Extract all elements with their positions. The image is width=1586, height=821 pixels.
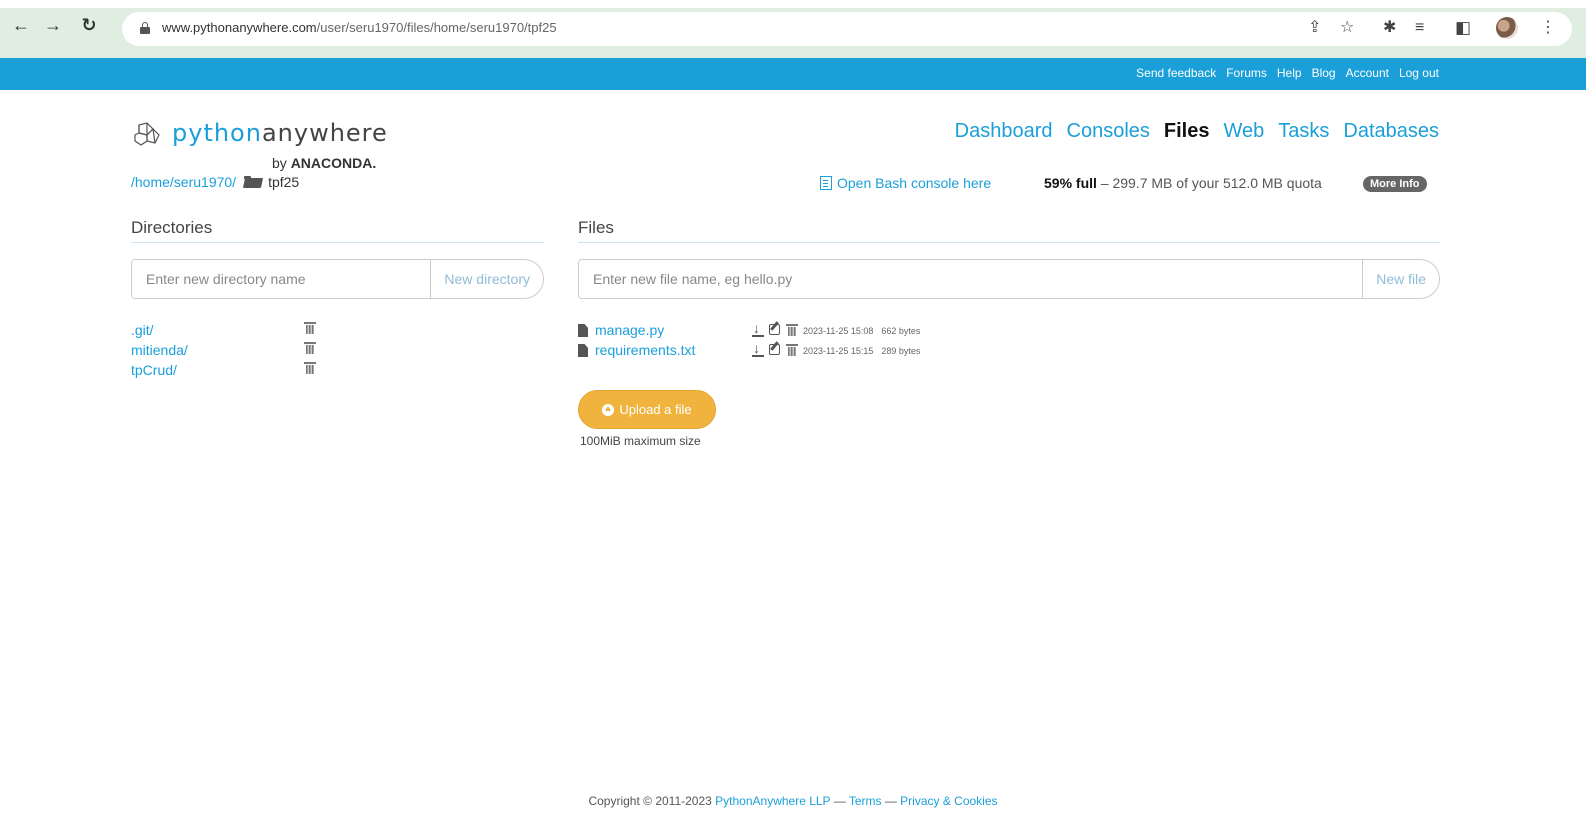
upload-icon <box>602 403 615 416</box>
edit-icon[interactable] <box>769 324 780 335</box>
menu-icon[interactable]: ⋮ <box>1540 18 1556 38</box>
footer-separator: — <box>830 794 849 808</box>
reload-icon[interactable]: ↻ <box>78 14 100 36</box>
logo-wordmark[interactable]: pythonanywhere <box>172 119 388 147</box>
nav-tasks[interactable]: Tasks <box>1278 120 1329 143</box>
upload-size-note: 100MiB maximum size <box>580 434 701 448</box>
help-link[interactable]: Help <box>1277 66 1302 80</box>
upload-file-label: Upload a file <box>619 402 692 417</box>
new-file-button[interactable]: New file <box>1362 260 1439 298</box>
console-icon <box>820 176 832 190</box>
nav-databases[interactable]: Databases <box>1343 120 1439 143</box>
reading-list-icon[interactable]: ≡ <box>1415 18 1424 38</box>
more-info-button[interactable]: More Info <box>1363 176 1427 192</box>
file-size: 289 bytes <box>881 346 921 356</box>
nav-web[interactable]: Web <box>1223 120 1264 143</box>
quota-percent: 59% full <box>1044 175 1097 191</box>
trash-icon[interactable] <box>786 324 798 336</box>
quota-detail: – 299.7 MB of your 512.0 MB quota <box>1096 175 1322 191</box>
nav-files[interactable]: Files <box>1164 120 1210 143</box>
download-icon[interactable] <box>752 320 764 337</box>
send-feedback-link[interactable]: Send feedback <box>1136 66 1216 80</box>
footer-separator: — <box>881 794 901 808</box>
list-item: tpCrud/ <box>131 362 316 382</box>
files-title: Files <box>578 218 614 237</box>
new-file-input[interactable] <box>579 260 1363 298</box>
files-divider <box>578 242 1440 243</box>
nav-dashboard[interactable]: Dashboard <box>955 120 1053 143</box>
new-file-form: New file <box>578 259 1440 299</box>
side-panel-icon[interactable]: ◧ <box>1455 18 1471 38</box>
logo-by: by <box>272 155 287 171</box>
directory-list: .git/ mitienda/ tpCrud/ <box>131 322 316 382</box>
file-date: 2023-11-25 15:15 <box>803 346 874 356</box>
logo-anaconda: ANACONDA. <box>290 155 377 171</box>
profile-avatar[interactable] <box>1496 17 1518 39</box>
file-link[interactable]: manage.py <box>595 322 664 338</box>
folder-open-icon <box>244 176 262 188</box>
account-link[interactable]: Account <box>1346 66 1389 80</box>
upload-file-button[interactable]: Upload a file <box>578 390 716 429</box>
file-size: 662 bytes <box>881 326 921 336</box>
new-directory-input[interactable] <box>132 260 431 298</box>
main-nav: Dashboard Consoles Files Web Tasks Datab… <box>955 120 1439 143</box>
blog-link[interactable]: Blog <box>1312 66 1336 80</box>
extensions-icon[interactable]: ✱ <box>1383 18 1396 38</box>
footer: Copyright © 2011-2023 PythonAnywhere LLP… <box>0 794 1586 808</box>
trash-icon[interactable] <box>304 362 316 374</box>
directory-link[interactable]: .git/ <box>131 322 154 338</box>
footer-privacy-link[interactable]: Privacy & Cookies <box>900 794 997 808</box>
trash-icon[interactable] <box>304 342 316 354</box>
new-directory-button[interactable]: New directory <box>430 260 543 298</box>
footer-copyright: Copyright © 2011-2023 <box>588 794 716 808</box>
back-icon[interactable]: ← <box>10 14 32 36</box>
download-icon[interactable] <box>752 340 764 357</box>
directories-title: Directories <box>131 218 213 237</box>
python-logo-icon[interactable] <box>131 121 165 149</box>
trash-icon[interactable] <box>304 322 316 334</box>
star-icon[interactable]: ☆ <box>1340 18 1354 38</box>
open-bash-console-link[interactable]: Open Bash console here <box>820 175 991 191</box>
lock-icon[interactable] <box>140 22 150 34</box>
breadcrumb-path[interactable]: /home/seru1970/ <box>131 174 236 190</box>
quota-text: 59% full – 299.7 MB of your 512.0 MB quo… <box>1044 175 1322 191</box>
footer-terms-link[interactable]: Terms <box>849 794 882 808</box>
trash-icon[interactable] <box>786 344 798 356</box>
breadcrumb: /home/seru1970/ tpf25 <box>131 174 299 190</box>
directories-divider <box>131 242 544 243</box>
forward-icon[interactable]: → <box>42 14 64 36</box>
file-date: 2023-11-25 15:08 <box>803 326 874 336</box>
url-path: /user/seru1970/files/home/seru1970/tpf25 <box>316 20 557 35</box>
edit-icon[interactable] <box>769 344 780 355</box>
logo-byline: by ANACONDA. <box>272 155 376 171</box>
top-bar-links: Send feedback Forums Help Blog Account L… <box>1136 66 1439 80</box>
open-bash-console-label: Open Bash console here <box>837 175 992 191</box>
forums-link[interactable]: Forums <box>1226 66 1267 80</box>
logo-python: python <box>172 119 262 147</box>
file-meta: 2023-11-25 15:08 662 bytes <box>803 326 920 336</box>
logo-anywhere: anywhere <box>261 119 388 147</box>
list-item: mitienda/ <box>131 342 316 362</box>
file-icon <box>578 344 588 357</box>
share-icon[interactable]: ⇪ <box>1308 18 1321 38</box>
logout-link[interactable]: Log out <box>1399 66 1439 80</box>
file-link[interactable]: requirements.txt <box>595 342 695 358</box>
file-icon <box>578 324 588 337</box>
footer-company-link[interactable]: PythonAnywhere LLP <box>715 794 830 808</box>
file-meta: 2023-11-25 15:15 289 bytes <box>803 346 920 356</box>
new-directory-form: New directory <box>131 259 544 299</box>
breadcrumb-current: tpf25 <box>268 174 300 190</box>
directory-link[interactable]: mitienda/ <box>131 342 188 358</box>
nav-consoles[interactable]: Consoles <box>1067 120 1150 143</box>
list-item: .git/ <box>131 322 316 342</box>
directory-link[interactable]: tpCrud/ <box>131 362 177 378</box>
url-text[interactable]: www.pythonanywhere.com/user/seru1970/fil… <box>162 20 557 35</box>
url-domain: www.pythonanywhere.com <box>162 20 317 35</box>
